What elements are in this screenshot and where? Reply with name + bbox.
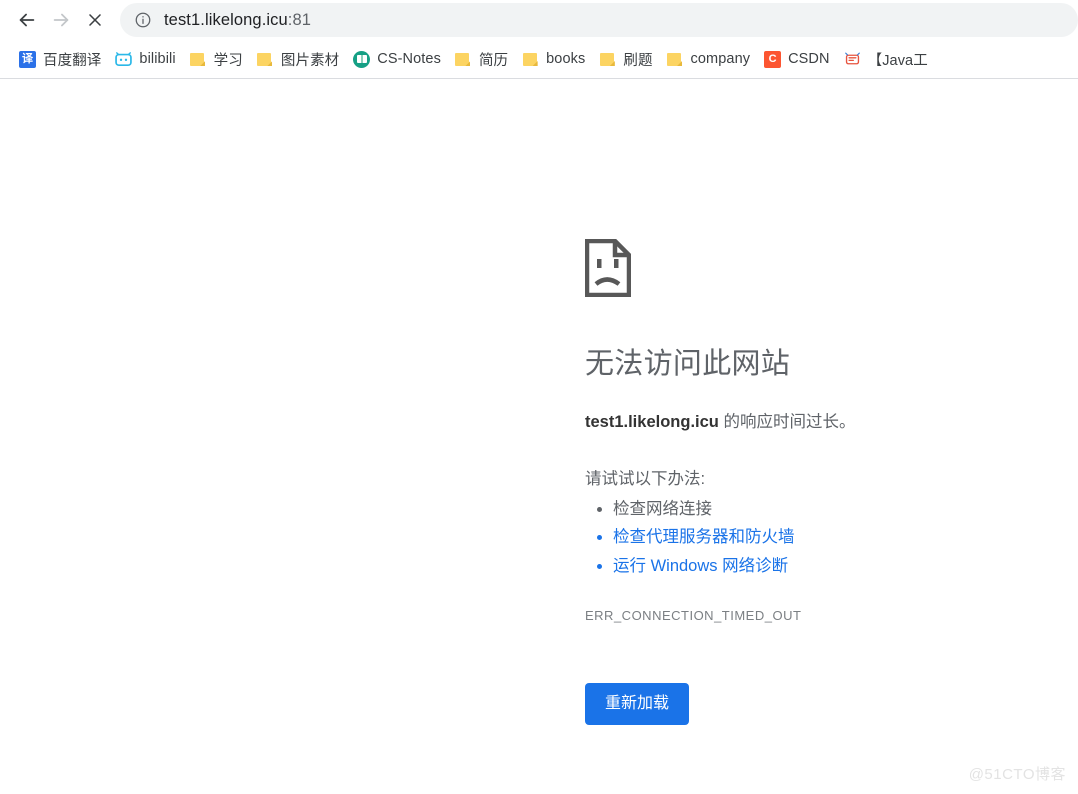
error-subtitle-rest: 的响应时间过长。: [718, 413, 856, 432]
folder-icon: [667, 51, 684, 68]
suggestions-heading: 请试试以下办法:: [585, 470, 706, 488]
sad-page-icon: [584, 238, 1005, 302]
address-bar[interactable]: test1.likelong.icu:81: [120, 3, 1078, 37]
bookmark-label: 【Java工: [867, 52, 928, 69]
bookmark-label: 学习: [213, 52, 243, 69]
browser-toolbar: test1.likelong.icu:81: [0, 0, 1078, 40]
bookmark-item[interactable]: 译百度翻译: [12, 45, 108, 73]
bookmark-label: CS-Notes: [377, 51, 441, 67]
bookmark-item[interactable]: C CSDN: [757, 45, 837, 73]
stop-loading-button[interactable]: [78, 3, 112, 37]
forward-button: [44, 3, 78, 37]
page-title: 无法访问此网站: [585, 348, 791, 380]
folder-icon: [599, 51, 616, 68]
java-site-icon: [844, 51, 861, 68]
suggestions-list: 检查网络连接检查代理服务器和防火墙运行 Windows 网络诊断: [585, 495, 1005, 580]
page-content: 无法访问此网站 test1.likelong.icu 的响应时间过长。 请试试以…: [0, 79, 1078, 794]
csdn-icon: C: [764, 50, 782, 68]
bookmarks-bar: 译百度翻译 bilibili 学习 图片素材 CS-Notes 简历 books 刷题 comp…: [0, 40, 1078, 78]
bookmark-label: books: [546, 51, 586, 67]
suggestion-item: 检查网络连接: [613, 495, 1005, 523]
url-port: :81: [287, 10, 312, 29]
watermark: @51CTO博客: [968, 766, 1066, 783]
address-bar-url: test1.likelong.icu:81: [164, 11, 311, 30]
bookmark-item[interactable]: 刷题: [592, 45, 659, 73]
error-subtitle: test1.likelong.icu 的响应时间过长。: [585, 410, 1005, 435]
suggestion-link[interactable]: 检查代理服务器和防火墙: [613, 528, 795, 546]
suggestion-item[interactable]: 检查代理服务器和防火墙: [613, 523, 1005, 551]
error-code: ERR_CONNECTION_TIMED_OUT: [585, 608, 802, 624]
bookmark-item[interactable]: 图片素材: [250, 45, 346, 73]
info-circle-icon[interactable]: [134, 11, 152, 29]
arrow-left-icon: [16, 9, 38, 31]
bilibili-icon: [115, 51, 133, 68]
bookmark-item[interactable]: 简历: [448, 45, 515, 73]
cs-notes-icon: [353, 50, 371, 68]
bookmark-item[interactable]: company: [660, 45, 758, 73]
bookmark-label: CSDN: [788, 51, 830, 67]
bookmark-label: company: [690, 51, 751, 67]
bookmark-item[interactable]: CS-Notes: [346, 45, 448, 73]
error-container: 无法访问此网站 test1.likelong.icu 的响应时间过长。 请试试以…: [584, 238, 1005, 726]
suggestion-link[interactable]: 运行 Windows 网络诊断: [613, 557, 788, 575]
bookmark-item[interactable]: books: [515, 45, 592, 73]
error-host: test1.likelong.icu: [585, 413, 719, 432]
reload-button[interactable]: 重新加载: [585, 683, 690, 726]
folder-icon: [455, 51, 472, 68]
folder-icon: [522, 51, 539, 68]
baidu-translate-icon: 译: [19, 50, 36, 68]
bookmark-label: 刷题: [623, 52, 653, 69]
url-host: test1.likelong.icu: [164, 10, 288, 29]
arrow-right-icon: [50, 9, 72, 31]
folder-icon: [257, 51, 274, 68]
folder-icon: [190, 51, 207, 68]
bookmark-item[interactable]: bilibili: [108, 45, 182, 73]
bookmark-label: 百度翻译: [43, 52, 102, 69]
bookmark-label: bilibili: [139, 51, 176, 67]
bookmark-item[interactable]: 学习: [183, 45, 250, 73]
bookmark-label: 图片素材: [280, 52, 340, 69]
close-x-icon: [85, 10, 105, 30]
back-button[interactable]: [10, 3, 44, 37]
bookmark-item[interactable]: 【Java工: [837, 45, 935, 73]
bookmark-label: 简历: [478, 52, 509, 69]
suggestion-item[interactable]: 运行 Windows 网络诊断: [613, 552, 1005, 580]
